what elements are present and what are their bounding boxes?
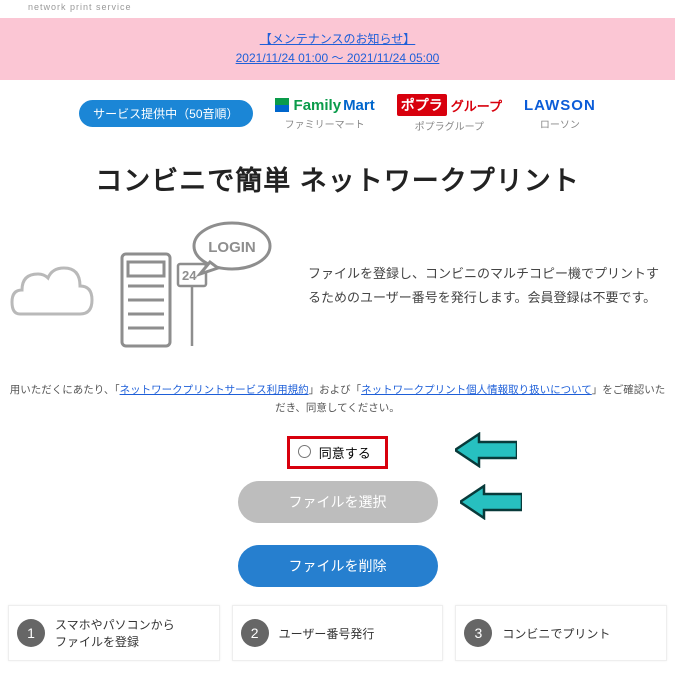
poplar-logo: ポプラ グループ — [397, 94, 502, 116]
lawson-logo: LAWSON — [524, 97, 596, 114]
step-1-number: 1 — [17, 619, 45, 647]
maintenance-notice: 【メンテナンスのお知らせ】 2021/11/24 01:00 ～ 2021/11… — [0, 18, 675, 80]
tagline: network print service — [0, 0, 675, 12]
agree-label[interactable]: 同意する — [298, 446, 371, 461]
step-2-number: 2 — [241, 619, 269, 647]
step-2: 2 ユーザー番号発行 — [232, 605, 444, 661]
annotation-arrow-2 — [460, 484, 522, 520]
steps-row: 1 スマホやパソコンから ファイルを登録 2 ユーザー番号発行 3 コンビニでプ… — [0, 605, 675, 661]
familymart-logo: FamilyMart — [275, 97, 375, 114]
page-title: コンビニで簡単 ネットワークプリント — [0, 159, 675, 198]
terms-text: 用いただくにあたり、「ネットワークプリントサービス利用規約」および「ネットワーク… — [0, 374, 675, 426]
service-badge: サービス提供中（50音順） — [79, 100, 252, 127]
step-3-text: コンビニでプリント — [502, 625, 610, 642]
hero-description: ファイルを登録し、コンビニのマルチコピー機でプリントするためのユーザー番号を発行… — [308, 262, 665, 311]
store-lawson: LAWSON ローソン — [524, 97, 596, 131]
hero-illustration: 24 LOGIN — [10, 216, 290, 356]
terms-link-tos[interactable]: ネットワークプリントサービス利用規約 — [120, 384, 309, 396]
select-file-button[interactable]: ファイルを選択 — [238, 481, 438, 523]
store-familymart: FamilyMart ファミリーマート — [275, 97, 375, 131]
familymart-sub: ファミリーマート — [275, 116, 375, 131]
agree-radio[interactable] — [298, 445, 311, 458]
annotation-arrow-1 — [455, 432, 517, 468]
login-bubble-text: LOGIN — [208, 239, 256, 256]
step-3-number: 3 — [464, 619, 492, 647]
notice-title-link[interactable]: 【メンテナンスのお知らせ】 — [0, 30, 675, 49]
lawson-sub: ローソン — [524, 116, 596, 131]
step-3: 3 コンビニでプリント — [455, 605, 667, 661]
step-1: 1 スマホやパソコンから ファイルを登録 — [8, 605, 220, 661]
delete-file-button[interactable]: ファイルを削除 — [238, 545, 438, 587]
sign-24-text: 24 — [182, 268, 197, 283]
action-area: 同意する ファイルを選択 ファイルを削除 — [0, 436, 675, 587]
poplar-sub: ポプラグループ — [397, 118, 502, 133]
terms-link-privacy[interactable]: ネットワークプリント個人情報取り扱いについて — [361, 384, 592, 396]
stores-row: サービス提供中（50音順） FamilyMart ファミリーマート ポプラ グル… — [0, 94, 675, 133]
step-1-text: スマホやパソコンから ファイルを登録 — [55, 616, 175, 650]
step-2-text: ユーザー番号発行 — [279, 625, 375, 642]
store-poplar: ポプラ グループ ポプラグループ — [397, 94, 502, 133]
hero-section: 24 LOGIN ファイルを登録し、コンビニのマルチコピー機でプリントするための… — [0, 216, 675, 356]
agree-highlight-box: 同意する — [287, 436, 388, 469]
notice-time-link[interactable]: 2021/11/24 01:00 ～ 2021/11/24 05:00 — [0, 49, 675, 68]
